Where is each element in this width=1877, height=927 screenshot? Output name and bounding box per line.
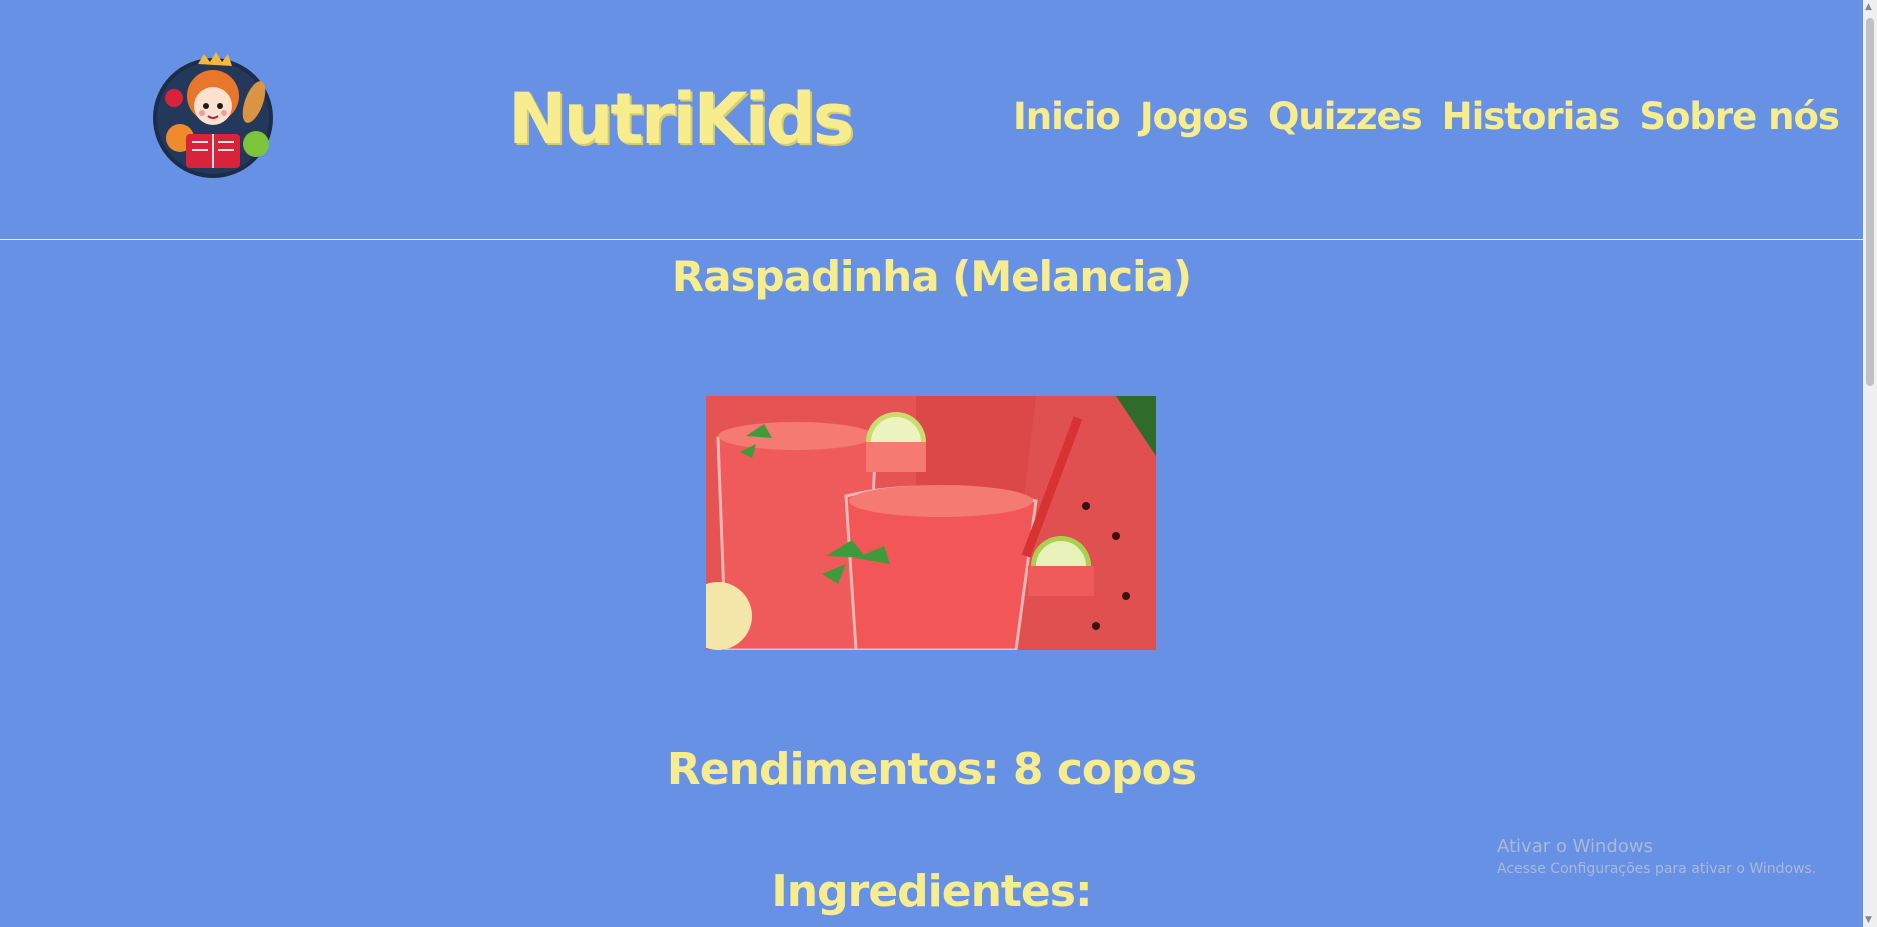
recipe-photo: [706, 396, 1156, 650]
recipe-title: Raspadinha (Melancia): [671, 252, 1192, 301]
nutrikids-logo[interactable]: [148, 50, 278, 180]
nav-link-historias[interactable]: Historias: [1442, 95, 1621, 138]
page-scrollbar[interactable]: ▲ ▼: [1863, 0, 1877, 927]
watermark-title: Ativar o Windows: [1497, 836, 1653, 857]
windows-activation-watermark: Ativar o Windows Acesse Configurações pa…: [1497, 836, 1816, 877]
recipe-yield: Rendimentos: 8 copos: [666, 744, 1197, 795]
watermark-subtitle: Acesse Configurações para ativar o Windo…: [1497, 861, 1817, 877]
scrollbar-thumb[interactable]: [1866, 18, 1874, 386]
nav-link-sobre-nos[interactable]: Sobre nós: [1639, 95, 1840, 138]
page: NutriKids Inicio Jogos Quizzes Historias…: [0, 0, 1863, 927]
main-nav: Inicio Jogos Quizzes Historias Sobre nós: [1013, 95, 1840, 138]
site-header: NutriKids Inicio Jogos Quizzes Historias…: [0, 0, 1863, 240]
chevron-down-icon[interactable]: ▼: [1865, 915, 1872, 925]
nav-link-jogos[interactable]: Jogos: [1140, 95, 1249, 138]
chevron-up-icon[interactable]: ▲: [1865, 2, 1872, 12]
nav-link-quizzes[interactable]: Quizzes: [1268, 95, 1423, 138]
nav-link-inicio[interactable]: Inicio: [1013, 95, 1121, 138]
site-brand[interactable]: NutriKids: [508, 78, 854, 160]
